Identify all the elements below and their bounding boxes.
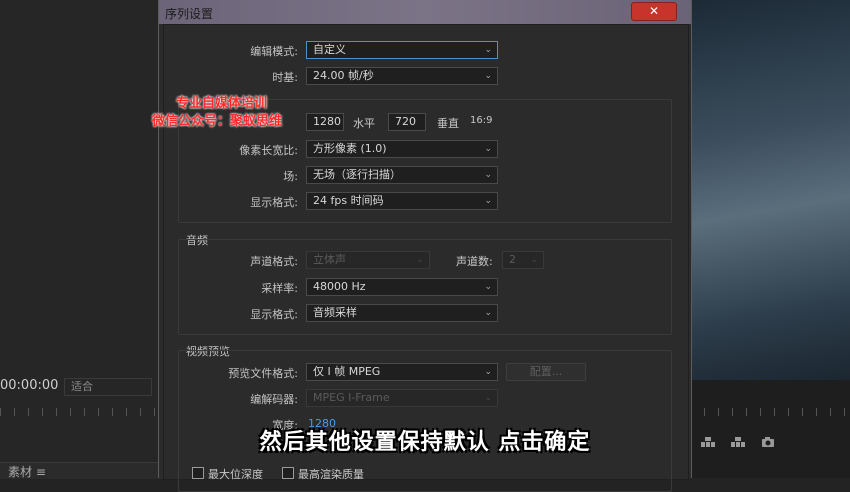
channel-format-select[interactable]: 立体声 ⌄ [306,251,430,269]
sample-rate-label: 采样率: [261,282,298,295]
watermark-line-1: 专业自媒体培训 [176,96,268,111]
configure-button[interactable]: 配置... [506,363,586,381]
pixel-aspect-value: 方形像素 (1.0) [313,142,387,155]
program-monitor-preview [690,0,850,380]
sequence-settings-dialog: 序列设置 ✕ 编辑模式: 自定义 ⌄ 时基: 24.00 帧/秒 ⌄ 1280 … [158,0,692,492]
fields-value: 无场（逐行扫描） [313,168,401,181]
max-render-quality-label: 最高渲染质量 [298,468,364,481]
audio-display-format-value: 音频采样 [313,306,357,319]
audio-display-format-label: 显示格式: [250,308,298,321]
time-ruler-right[interactable] [690,408,850,416]
vertical-label: 垂直 [437,117,459,130]
channels-label: 声道数: [456,255,493,268]
sample-rate-value: 48000 Hz [313,280,366,293]
chevron-down-icon: ⌄ [484,393,492,403]
channel-format-value: 立体声 [313,253,346,266]
close-button[interactable]: ✕ [631,2,677,21]
preview-file-format-label: 预览文件格式: [228,367,298,380]
video-subtitle: 然后其他设置保持默认 点击确定 [259,430,591,455]
fit-select[interactable]: 适合 [64,378,152,396]
chevron-down-icon: ⌄ [416,255,424,265]
aspect-ratio-text: 16:9 [470,115,493,126]
chevron-down-icon: ⌄ [484,170,492,180]
timebase-label: 时基: [272,71,298,84]
editing-mode-select[interactable]: 自定义 ⌄ [306,41,498,59]
chevron-down-icon: ⌄ [484,71,492,81]
audio-display-format-select[interactable]: 音频采样 ⌄ [306,304,498,322]
chevron-down-icon: ⌄ [484,196,492,206]
left-panel [0,0,158,478]
dialog-title: 序列设置 [165,7,214,21]
timebase-select[interactable]: 24.00 帧/秒 ⌄ [306,67,498,85]
codec-select[interactable]: MPEG I-Frame ⌄ [306,389,498,407]
close-icon: ✕ [648,4,660,18]
channels-value: 2 [509,253,516,266]
watermark-line-2: 微信公众号：聚蚁思维 [152,114,283,129]
codec-value: MPEG I-Frame [313,391,390,404]
fields-select[interactable]: 无场（逐行扫描） ⌄ [306,166,498,184]
frame-width-input[interactable]: 1280 [306,113,344,131]
chevron-down-icon: ⌄ [484,282,492,292]
chevron-down-icon: ⌄ [484,144,492,154]
sample-rate-select[interactable]: 48000 Hz ⌄ [306,278,498,296]
project-panel-tab[interactable]: 素材 ≡ [0,462,166,479]
pixel-aspect-select[interactable]: 方形像素 (1.0) ⌄ [306,140,498,158]
display-format-label: 显示格式: [250,196,298,209]
editing-mode-value: 自定义 [313,43,346,56]
timecode-display[interactable]: 00:00:00 [0,378,58,393]
max-bit-depth-label: 最大位深度 [208,468,263,481]
chevron-down-icon: ⌄ [530,255,538,265]
preview-file-format-select[interactable]: 仅 I 帧 MPEG ⌄ [306,363,498,381]
horizontal-label: 水平 [353,117,375,130]
chevron-down-icon: ⌄ [484,308,492,318]
channel-format-label: 声道格式: [250,255,298,268]
chevron-down-icon: ⌄ [484,367,492,377]
display-format-select[interactable]: 24 fps 时间码 ⌄ [306,192,498,210]
chevron-down-icon: ⌄ [484,45,492,55]
codec-label: 编解码器: [250,393,298,406]
preview-file-format-value: 仅 I 帧 MPEG [313,365,381,378]
time-ruler[interactable] [0,408,158,416]
fields-label: 场: [283,170,298,183]
pixel-aspect-label: 像素长宽比: [239,144,298,157]
max-render-quality-checkbox[interactable] [282,467,294,479]
timebase-value: 24.00 帧/秒 [313,69,374,82]
channels-select[interactable]: 2 ⌄ [502,251,544,269]
editing-mode-label: 编辑模式: [250,45,298,58]
display-format-value: 24 fps 时间码 [313,194,384,207]
frame-height-input[interactable]: 720 [388,113,426,131]
dialog-titlebar[interactable]: 序列设置 ✕ [159,0,691,24]
max-bit-depth-checkbox[interactable] [192,467,204,479]
